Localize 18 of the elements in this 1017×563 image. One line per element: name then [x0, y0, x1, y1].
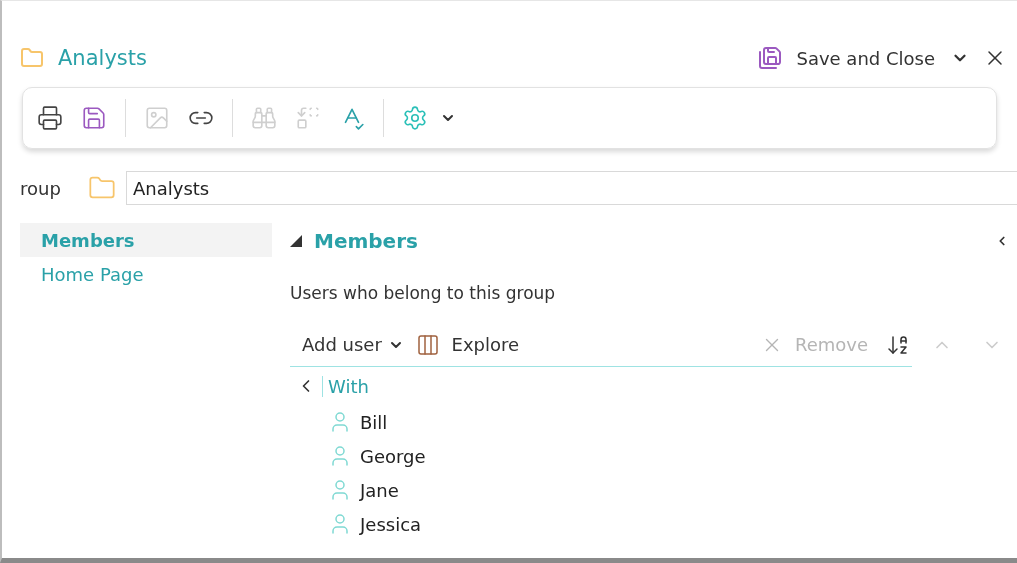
expand-triangle-icon[interactable]	[290, 235, 302, 247]
print-icon[interactable]	[37, 105, 63, 131]
save-and-close-button[interactable]: Save and Close	[758, 46, 935, 70]
save-close-icon	[758, 46, 783, 70]
section-description: Users who belong to this group	[290, 283, 557, 303]
section-title: Members	[314, 229, 419, 253]
explore-icon	[415, 332, 440, 357]
window-title: Analysts	[58, 46, 148, 70]
folder-icon	[20, 46, 44, 70]
member-name[interactable]: Jessica	[360, 513, 422, 535]
explore-button[interactable]: Explore	[409, 332, 526, 357]
group-name-field[interactable]: Analysts	[126, 171, 1017, 205]
member-name[interactable]: George	[360, 445, 426, 467]
field-label: roup	[20, 177, 62, 199]
save-icon[interactable]	[81, 105, 107, 131]
member-name[interactable]: Bill	[360, 411, 388, 433]
add-user-button[interactable]: Add user	[296, 334, 410, 355]
member-name[interactable]: Jane	[360, 479, 399, 501]
